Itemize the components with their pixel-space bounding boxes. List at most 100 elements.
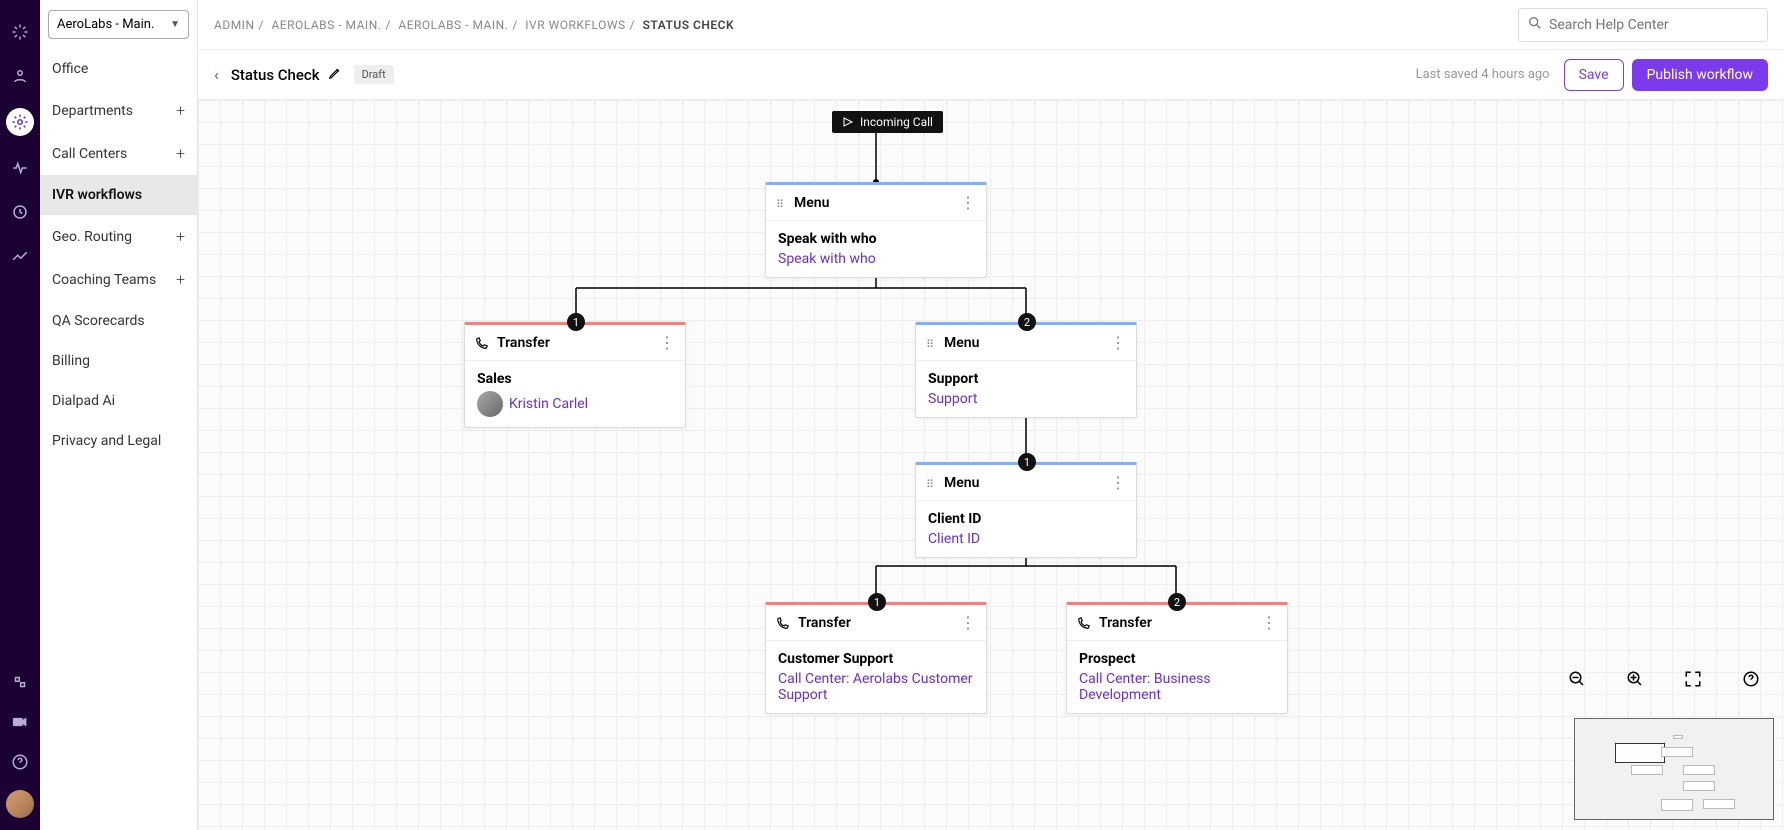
search-input[interactable] [1549, 17, 1759, 33]
breadcrumb-item[interactable]: AEROLABS - MAIN. [271, 18, 381, 32]
avatar [477, 391, 503, 417]
phone-forward-icon [475, 336, 489, 350]
branch-number: 1 [1018, 453, 1036, 471]
more-icon[interactable]: ⋮ [960, 613, 976, 632]
sidebar-item-call-centers[interactable]: Call Centers + [40, 132, 197, 175]
account-picker-label: AeroLabs - Main. [57, 17, 154, 32]
more-icon[interactable]: ⋮ [1110, 333, 1126, 352]
gear-icon[interactable] [6, 108, 34, 136]
sidebar-item-label: IVR workflows [52, 187, 142, 203]
node-transfer[interactable]: Transfer ⋮ Prospect Call Center: Busines… [1066, 602, 1288, 714]
node-assignee[interactable]: Kristin Carlel [509, 396, 588, 412]
zoom-out-icon[interactable] [1568, 670, 1586, 692]
drag-handle-icon[interactable]: ⠿ [926, 478, 936, 488]
breadcrumb-current: STATUS CHECK [643, 18, 735, 32]
zoom-in-icon[interactable] [1626, 670, 1644, 692]
breadcrumb-item[interactable]: AEROLABS - MAIN. [398, 18, 508, 32]
sidebar-item-geo-routing[interactable]: Geo. Routing+ [40, 215, 197, 258]
node-type-label: Menu [944, 335, 979, 351]
sidebar-item-label: Dialpad Ai [52, 393, 115, 409]
search-box[interactable] [1518, 8, 1768, 42]
fit-screen-icon[interactable] [1684, 670, 1702, 692]
trend-icon[interactable] [8, 244, 32, 268]
branch-number: 1 [567, 313, 585, 331]
sidebar-item-label: Departments [52, 103, 133, 119]
add-icon[interactable]: + [176, 101, 185, 120]
node-subtitle: Support [928, 391, 1124, 407]
minimap[interactable] [1574, 718, 1774, 820]
more-icon[interactable]: ⋮ [960, 193, 976, 212]
node-detail: Call Center: Aerolabs Customer Support [778, 671, 974, 703]
node-type-label: Menu [794, 195, 829, 211]
global-nav [0, 0, 40, 830]
breadcrumb-item[interactable]: ADMIN [214, 18, 255, 32]
page-title: Status Check [231, 66, 320, 84]
history-icon[interactable] [8, 200, 32, 224]
status-badge: Draft [354, 65, 394, 84]
sidebar-item-label: Coaching Teams [52, 272, 156, 288]
drag-handle-icon[interactable]: ⠿ [926, 338, 936, 348]
breadcrumb-item[interactable]: IVR WORKFLOWS [525, 18, 625, 32]
account-picker[interactable]: AeroLabs - Main. ▼ [48, 10, 189, 39]
node-subtitle: Client ID [928, 531, 1124, 547]
sidebar-item-label: Billing [52, 353, 90, 369]
node-title: Speak with who [778, 231, 974, 247]
node-menu[interactable]: ⠿ Menu ⋮ Client ID Client ID [915, 462, 1137, 558]
sidebar-item-label: Call Centers [52, 146, 127, 162]
branch-number: 1 [868, 593, 886, 611]
search-icon [1527, 15, 1543, 35]
sidebar-item-label: Privacy and Legal [52, 433, 161, 449]
start-node[interactable]: Incoming Call [832, 111, 943, 133]
node-title: Sales [477, 371, 673, 387]
node-menu[interactable]: ⠿ Menu ⋮ Support Support [915, 322, 1137, 418]
sidebar-item-coaching-teams[interactable]: Coaching Teams + [40, 258, 197, 301]
help-icon[interactable] [8, 750, 32, 774]
add-icon[interactable]: + [176, 144, 185, 163]
more-icon[interactable]: ⋮ [659, 333, 675, 352]
person-icon[interactable] [8, 64, 32, 88]
sidebar-item-privacy-legal[interactable]: Privacy and Legal [40, 421, 197, 461]
add-icon[interactable]: + [176, 270, 185, 289]
node-title: Prospect [1079, 651, 1275, 667]
branch-number: 2 [1018, 313, 1036, 331]
video-icon[interactable] [8, 710, 32, 734]
branch-number: 2 [1168, 593, 1186, 611]
sidebar-item-departments[interactable]: Departments + [40, 89, 197, 132]
sidebar-item-billing[interactable]: Billing [40, 341, 197, 381]
node-transfer[interactable]: Transfer ⋮ Customer Support Call Center:… [765, 602, 987, 714]
drag-handle-icon[interactable]: ⠿ [776, 198, 786, 208]
node-type-label: Transfer [497, 335, 550, 351]
node-subtitle: Speak with who [778, 251, 974, 267]
sidebar-item-label: Office [52, 61, 88, 77]
sidebar-item-office[interactable]: Office [40, 49, 197, 89]
help-icon[interactable] [1742, 670, 1760, 692]
save-button[interactable]: Save [1564, 59, 1624, 91]
sidebar-list: Office Departments + Call Centers + IVR wo… [40, 49, 197, 461]
sidebar: AeroLabs - Main. ▼ Office Departments + C… [40, 0, 198, 830]
node-type-label: Transfer [1099, 615, 1152, 631]
more-icon[interactable]: ⋮ [1110, 473, 1126, 492]
sidebar-item-ivr-workflows[interactable]: IVR workflows [40, 175, 197, 215]
node-type-label: Menu [944, 475, 979, 491]
phone-forward-icon [1077, 616, 1091, 630]
sparkle-icon[interactable] [8, 20, 32, 44]
workflow-canvas[interactable]: Incoming Call ⠿ Menu ⋮ Speak with who Sp… [198, 100, 1784, 830]
node-type-label: Transfer [798, 615, 851, 631]
node-detail: Call Center: Business Development [1079, 671, 1275, 703]
publish-button[interactable]: Publish workflow [1632, 59, 1768, 91]
node-title: Support [928, 371, 1124, 387]
avatar[interactable] [6, 790, 34, 818]
add-icon[interactable]: + [176, 227, 185, 246]
activity-icon[interactable] [8, 156, 32, 180]
back-icon[interactable]: ‹ [214, 65, 219, 84]
sidebar-item-dialpad-ai[interactable]: Dialpad Ai [40, 381, 197, 421]
pencil-icon[interactable] [328, 66, 342, 84]
integrations-icon[interactable] [8, 670, 32, 694]
node-menu[interactable]: ⠿ Menu ⋮ Speak with who Speak with who [765, 182, 987, 278]
more-icon[interactable]: ⋮ [1261, 613, 1277, 632]
node-transfer[interactable]: Transfer ⋮ Sales Kristin Carlel [464, 322, 686, 428]
topbar: ADMIN/ AEROLABS - MAIN./ AEROLABS - MAIN… [198, 0, 1784, 50]
canvas-tools [1568, 670, 1760, 692]
start-node-label: Incoming Call [860, 115, 933, 129]
sidebar-item-qa-scorecards[interactable]: QA Scorecards [40, 301, 197, 341]
